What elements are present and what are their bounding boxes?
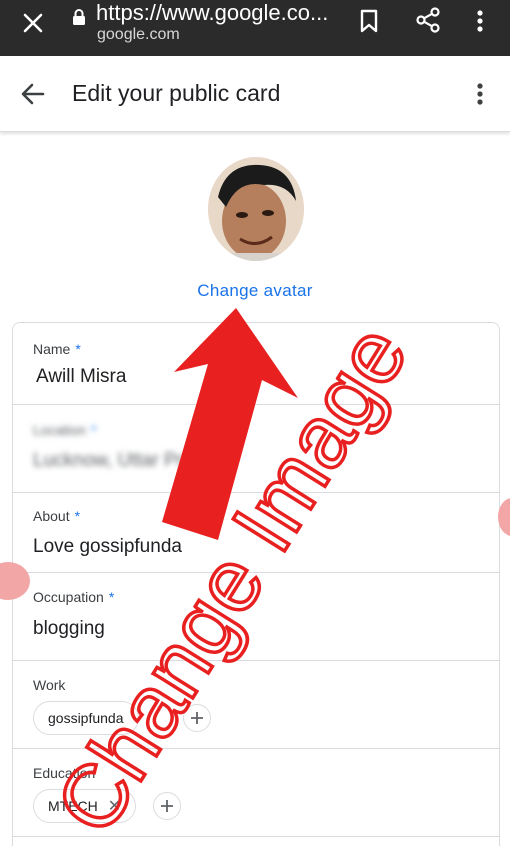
occupation-label: Occupation * — [33, 589, 115, 605]
bookmark-icon[interactable] — [358, 8, 380, 34]
add-education-button[interactable] — [153, 792, 181, 820]
occupation-field[interactable]: Occupation * blogging — [13, 573, 499, 661]
work-field: Work gossipfunda — [13, 661, 499, 749]
page-title: Edit your public card — [72, 80, 281, 106]
public-card-form: Name * Awill Misra Location * Lucknow, Utt… — [12, 322, 500, 846]
avatar-photo — [208, 157, 304, 261]
chip-label: MTECH — [48, 798, 98, 814]
work-label: Work — [33, 677, 66, 693]
app-header: Edit your public card — [0, 56, 510, 132]
name-field[interactable]: Name * Awill Misra — [13, 323, 499, 405]
share-icon[interactable] — [414, 6, 442, 34]
work-chip[interactable]: gossipfunda — [33, 701, 139, 735]
add-work-button[interactable] — [183, 704, 211, 732]
more-vert-icon[interactable] — [470, 80, 490, 108]
about-field[interactable]: About * Love gossipfunda — [13, 493, 499, 573]
browser-toolbar: https://www.google.co... google.com — [0, 0, 510, 56]
chip-label: gossipfunda — [48, 710, 124, 726]
name-label: Name * — [33, 341, 81, 357]
about-label: About * — [33, 508, 81, 524]
location-value[interactable]: Lucknow, Uttar Pradesh — [33, 449, 235, 473]
education-field: Education MTECH ✕ — [13, 749, 499, 837]
address-bar-url[interactable]: https://www.google.co... — [96, 0, 328, 26]
more-vert-icon[interactable] — [470, 8, 490, 34]
arrow-back-icon[interactable] — [20, 81, 46, 107]
close-icon[interactable] — [20, 10, 46, 36]
occupation-value[interactable]: blogging — [33, 617, 105, 641]
location-field[interactable]: Location * Lucknow, Uttar Pradesh — [13, 405, 499, 493]
plus-icon — [161, 800, 173, 812]
name-value[interactable]: Awill Misra — [36, 365, 126, 389]
education-label: Education — [33, 765, 96, 781]
avatar[interactable] — [208, 157, 304, 261]
lock-icon — [73, 9, 85, 25]
address-bar-domain[interactable]: google.com — [97, 26, 180, 44]
location-label: Location * — [33, 422, 97, 438]
change-avatar-link[interactable]: Change avatar — [0, 280, 510, 302]
education-chip[interactable]: MTECH ✕ — [33, 789, 137, 823]
remove-chip-icon[interactable]: ✕ — [108, 791, 121, 823]
plus-icon — [191, 712, 203, 724]
about-value[interactable]: Love gossipfunda — [33, 535, 182, 559]
